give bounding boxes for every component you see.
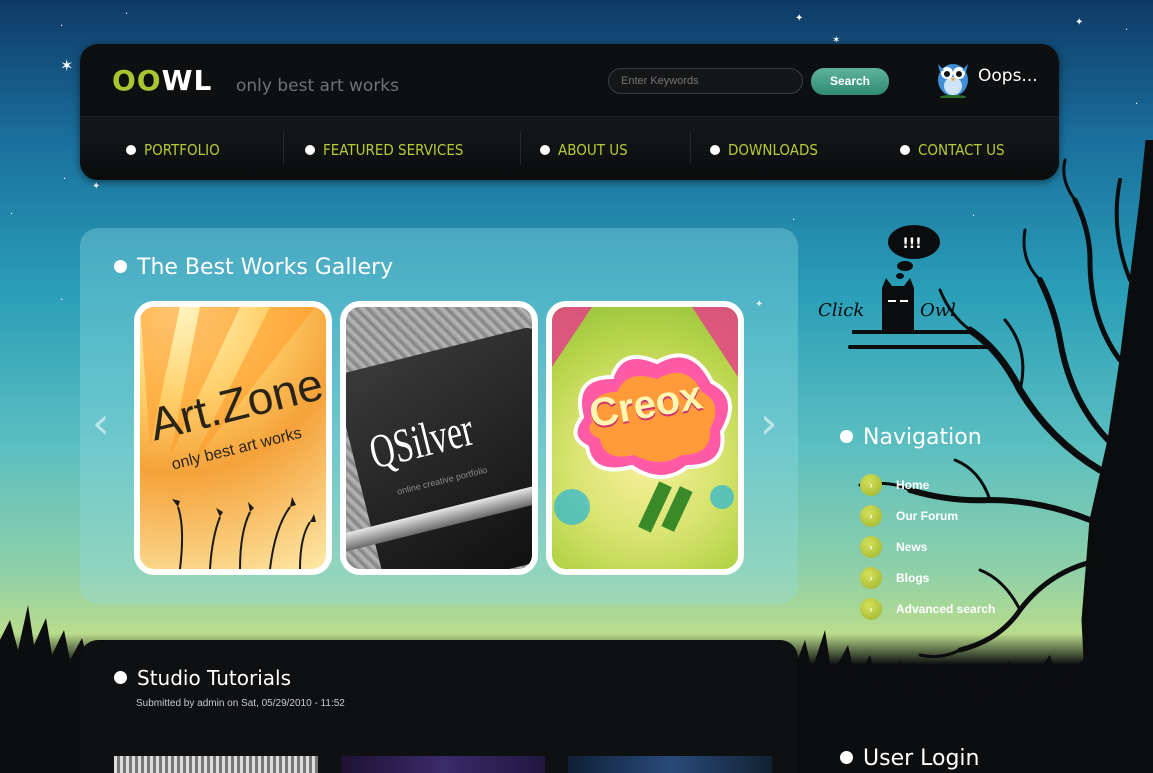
owl-avatar-icon[interactable] bbox=[932, 56, 974, 98]
creox-art bbox=[552, 307, 738, 533]
nav-contact-us[interactable]: CONTACT US bbox=[900, 141, 1005, 159]
sidebar-link-label: Our Forum bbox=[896, 509, 958, 523]
arrow-bullet-icon: › bbox=[860, 474, 882, 496]
dot-bullet-icon bbox=[840, 750, 853, 764]
site-logo[interactable]: OOWL bbox=[112, 64, 212, 97]
tutorial-thumb[interactable] bbox=[114, 756, 318, 773]
sidebar-link-blogs[interactable]: › Blogs bbox=[860, 567, 929, 589]
logo-oo: OO bbox=[112, 64, 162, 97]
star-icon: · bbox=[63, 174, 67, 185]
search-button[interactable]: Search bbox=[811, 68, 889, 95]
top-bar: OOWL only best art works Search Oops... bbox=[80, 44, 1059, 116]
search-input[interactable] bbox=[608, 68, 803, 94]
dot-bullet-icon bbox=[540, 144, 550, 155]
nav-label: FEATURED SERVICES bbox=[323, 141, 464, 159]
gallery-panel: The Best Works Gallery ‹ › Art.Zone only… bbox=[80, 228, 798, 604]
owl-owl-text: Owl bbox=[920, 300, 956, 321]
dot-bullet-icon bbox=[840, 429, 853, 443]
chevron-right-icon[interactable]: › bbox=[760, 398, 778, 449]
arrow-bullet-icon: › bbox=[860, 567, 882, 589]
arrow-bullet-icon: › bbox=[860, 536, 882, 558]
gallery-title-text: The Best Works Gallery bbox=[137, 255, 394, 280]
tutorial-thumb[interactable] bbox=[341, 756, 545, 773]
chevron-left-icon[interactable]: ‹ bbox=[92, 398, 110, 449]
tutorials-panel: Studio Tutorials Submitted by admin on S… bbox=[80, 640, 798, 773]
gallery-item-artzone[interactable]: Art.Zone only best art works bbox=[134, 301, 332, 575]
nav-featured-services[interactable]: FEATURED SERVICES bbox=[305, 141, 463, 159]
arrow-bullet-icon: › bbox=[860, 598, 882, 620]
sidebar-link-label: Advanced search bbox=[896, 602, 996, 616]
star-icon: ✦ bbox=[92, 181, 101, 192]
star-icon: · bbox=[60, 295, 64, 306]
nav-divider bbox=[283, 131, 284, 165]
star-icon: ✶ bbox=[60, 56, 74, 75]
navigation-title: Navigation bbox=[840, 425, 982, 450]
dot-bullet-icon bbox=[305, 144, 315, 155]
star-icon: · bbox=[10, 209, 14, 220]
user-login-title-text: User Login bbox=[863, 746, 980, 771]
sidebar-link-news[interactable]: › News bbox=[860, 536, 927, 558]
sidebar-link-label: Home bbox=[896, 478, 930, 492]
nav-downloads[interactable]: DOWNLOADS bbox=[710, 141, 818, 159]
tutorials-meta: Submitted by admin on Sat, 05/29/2010 - … bbox=[136, 698, 345, 709]
sidebar-link-our-forum[interactable]: › Our Forum bbox=[860, 505, 958, 527]
navigation-title-text: Navigation bbox=[863, 425, 982, 450]
nav-label: CONTACT US bbox=[918, 141, 1005, 159]
tutorial-thumb[interactable] bbox=[568, 756, 772, 773]
star-icon: · bbox=[125, 9, 129, 20]
user-label[interactable]: Oops... bbox=[978, 66, 1038, 86]
tutorials-title: Studio Tutorials bbox=[114, 666, 291, 690]
sidebar-link-label: Blogs bbox=[896, 571, 930, 585]
owl-bubble-text: !!! bbox=[902, 236, 921, 252]
main-nav: PORTFOLIO FEATURED SERVICES ABOUT US DOW… bbox=[80, 116, 1059, 180]
nav-label: ABOUT US bbox=[558, 141, 628, 159]
star-icon: ✦ bbox=[1075, 17, 1084, 28]
owl-mascot[interactable]: !!! Click Owl bbox=[812, 218, 972, 368]
gallery-item-qsilver[interactable]: QSilver online creative portfolio bbox=[340, 301, 538, 575]
star-icon: · bbox=[60, 21, 64, 32]
tutorials-title-text: Studio Tutorials bbox=[137, 666, 292, 690]
arrow-bullet-icon: › bbox=[860, 505, 882, 527]
gallery-title: The Best Works Gallery bbox=[114, 255, 393, 280]
dot-bullet-icon bbox=[114, 671, 127, 684]
nav-divider bbox=[690, 131, 691, 165]
nav-about-us[interactable]: ABOUT US bbox=[540, 141, 628, 159]
sidebar-link-home[interactable]: › Home bbox=[860, 474, 929, 496]
gallery-item-creox[interactable]: Creox bbox=[546, 301, 744, 575]
dot-bullet-icon bbox=[710, 144, 720, 155]
owl-click-text: Click bbox=[818, 300, 864, 321]
dot-bullet-icon bbox=[900, 144, 910, 155]
user-login-title: User Login bbox=[840, 746, 980, 771]
site-header: OOWL only best art works Search Oops... … bbox=[80, 44, 1059, 180]
star-icon: · bbox=[1125, 25, 1129, 36]
star-icon: · bbox=[1135, 99, 1139, 110]
dot-bullet-icon bbox=[126, 144, 136, 155]
sidebar-link-advanced-search[interactable]: › Advanced search bbox=[860, 598, 995, 620]
star-icon: ✦ bbox=[795, 13, 804, 24]
nav-divider bbox=[520, 131, 521, 165]
sidebar-link-label: News bbox=[896, 540, 928, 554]
nav-label: PORTFOLIO bbox=[144, 141, 220, 159]
nav-portfolio[interactable]: PORTFOLIO bbox=[126, 141, 220, 159]
nav-label: DOWNLOADS bbox=[728, 141, 818, 159]
dot-bullet-icon bbox=[114, 259, 127, 273]
logo-wl: WL bbox=[161, 64, 213, 97]
site-tagline: only best art works bbox=[236, 76, 400, 96]
